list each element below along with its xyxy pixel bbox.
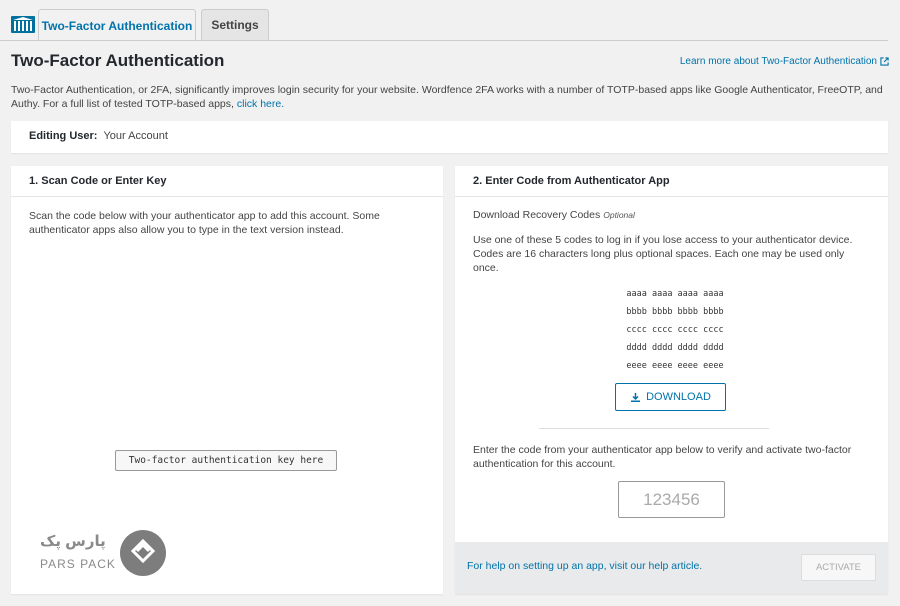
enter-code-heading: 2. Enter Code from Authenticator App xyxy=(455,166,888,197)
recovery-codes-title: Download Recovery Codes Optional xyxy=(473,209,635,221)
learn-more-label: Learn more about Two-Factor Authenticati… xyxy=(679,56,877,67)
download-button[interactable]: DOWNLOAD xyxy=(615,383,726,411)
tested-apps-link[interactable]: click here. xyxy=(237,98,284,110)
tab-divider xyxy=(0,40,888,41)
verification-code-input[interactable] xyxy=(618,481,725,518)
scan-instructions: Scan the code below with your authentica… xyxy=(29,210,380,236)
recovery-code: aaaa aaaa aaaa aaaa xyxy=(626,289,724,299)
scan-code-heading: 1. Scan Code or Enter Key xyxy=(11,166,443,197)
download-label: DOWNLOAD xyxy=(646,391,711,403)
optional-tag: Optional xyxy=(603,210,635,220)
recovery-code: dddd dddd dddd dddd xyxy=(626,343,724,353)
recovery-codes-label: Download Recovery Codes xyxy=(473,209,601,221)
tab-two-factor-authentication[interactable]: Two-Factor Authentication xyxy=(38,9,196,41)
download-icon xyxy=(631,392,641,402)
tab-bar: Two-Factor Authentication Settings xyxy=(0,0,900,41)
intro-body: Two-Factor Authentication, or 2FA, signi… xyxy=(11,84,883,110)
intro-text: Two-Factor Authentication, or 2FA, signi… xyxy=(11,83,891,111)
section-divider xyxy=(539,428,769,429)
editing-user-value: Your Account xyxy=(103,130,168,142)
watermark-persian-text: پارس پک xyxy=(40,533,106,550)
help-article-link[interactable]: For help on setting up an app, visit our… xyxy=(467,560,702,572)
watermark: پارس پک PARS PACK xyxy=(40,528,170,583)
recovery-code: bbbb bbbb bbbb bbbb xyxy=(626,307,724,317)
parspack-logo-icon xyxy=(120,530,166,576)
editing-user: Editing User: Your Account xyxy=(29,130,168,142)
learn-more-link[interactable]: Learn more about Two-Factor Authenticati… xyxy=(680,56,889,67)
enter-code-card: 2. Enter Code from Authenticator App Dow… xyxy=(455,166,888,594)
authentication-key-field[interactable]: Two-factor authentication key here xyxy=(115,450,337,471)
card-footer: For help on setting up an app, visit our… xyxy=(455,542,888,594)
recovery-codes-list: aaaa aaaa aaaa aaaa bbbb bbbb bbbb bbbb … xyxy=(615,285,735,375)
editing-user-label: Editing User: xyxy=(29,130,98,142)
verify-instructions: Enter the code from your authenticator a… xyxy=(473,444,852,470)
wordfence-logo-icon xyxy=(11,16,35,33)
recovery-code: cccc cccc cccc cccc xyxy=(626,325,724,335)
recovery-codes-description: Use one of these 5 codes to log in if yo… xyxy=(473,234,853,274)
editing-user-card: Editing User: Your Account xyxy=(11,121,888,153)
activate-button[interactable]: ACTIVATE xyxy=(801,554,876,581)
external-link-icon xyxy=(880,57,889,66)
page-title: Two-Factor Authentication xyxy=(11,51,225,70)
watermark-english-text: PARS PACK xyxy=(40,557,116,571)
tab-settings[interactable]: Settings xyxy=(201,9,269,40)
recovery-code: eeee eeee eeee eeee xyxy=(626,361,724,371)
